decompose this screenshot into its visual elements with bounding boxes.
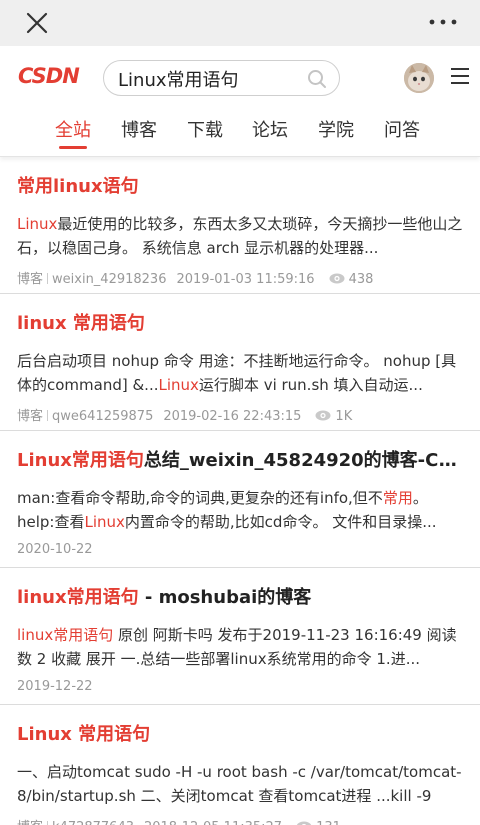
- search-input[interactable]: [118, 67, 298, 91]
- tab-download[interactable]: 下载: [187, 116, 223, 142]
- browser-top-bar: [0, 0, 480, 46]
- result-snippet-text: Linux: [17, 215, 58, 233]
- close-icon[interactable]: [24, 10, 50, 36]
- result-author: weixin_42918236: [52, 272, 167, 287]
- cat-avatar-icon: [404, 63, 434, 93]
- result-snippet-text: man:查看命令帮助,命令的词典,更复杂的还有info,但不: [17, 489, 383, 507]
- csdn-logo[interactable]: CSDN: [18, 65, 90, 87]
- result-meta: 博客 qwe641259875 2019-02-16 22:43:15 1K: [17, 405, 352, 424]
- result-snippet: 后台启动项目 nohup 命令 用途：不挂断地运行命令。 nohup [具体的c…: [17, 349, 464, 397]
- result-title-text: linux 常用语句: [17, 313, 145, 334]
- result-category: 博客: [17, 409, 44, 424]
- result-snippet: linux常用语句 原创 阿斯卡吗 发布于2019-11-23 16:16:49…: [17, 623, 464, 671]
- meta-separator: [47, 273, 49, 284]
- active-tab-indicator: [59, 146, 87, 149]
- search-box[interactable]: [103, 60, 340, 96]
- result-item[interactable]: 常用linux语句 Linux最近使用的比较多，东西太多又太琐碎，今天摘抄一些他山…: [0, 157, 480, 294]
- site-header: CSDN: [0, 46, 480, 110]
- meta-separator: [47, 821, 49, 825]
- result-snippet: Linux最近使用的比较多，东西太多又太琐碎，今天摘抄一些他山之石，以稳固己身。…: [17, 212, 464, 260]
- result-views: 1K: [335, 409, 353, 424]
- result-snippet-text: linux常用语句: [17, 626, 114, 644]
- result-snippet: 一、启动tomcat sudo -H -u root bash -c /var/…: [17, 760, 464, 808]
- result-author: k472877643: [52, 820, 134, 825]
- result-item[interactable]: Linux 常用语句一、启动tomcat sudo -H -u root bas…: [0, 705, 480, 825]
- more-dots-icon[interactable]: [428, 12, 458, 32]
- tab-blog[interactable]: 博客: [121, 116, 157, 142]
- tab-qa[interactable]: 问答: [384, 116, 420, 142]
- result-item[interactable]: linux 常用语句后台启动项目 nohup 命令 用途：不挂断地运行命令。 n…: [0, 294, 480, 431]
- category-tabs: 全站 博客 下载 论坛 学院 问答: [0, 110, 480, 157]
- result-snippet: man:查看命令帮助,命令的词典,更复杂的还有info,但不常用。 help:查…: [17, 486, 464, 534]
- result-date: 2020-10-22: [17, 542, 93, 557]
- result-title[interactable]: Linux 常用语句: [17, 723, 464, 747]
- eye-icon: [296, 821, 312, 825]
- search-icon[interactable]: [307, 69, 327, 89]
- result-date: 2019-01-03 11:59:16: [176, 272, 315, 287]
- result-author: qwe641259875: [52, 409, 154, 424]
- result-title[interactable]: Linux常用语句总结_weixin_45824920的博客-CSDN博客: [17, 449, 464, 473]
- result-title-text: 常用linux语句: [17, 176, 139, 197]
- result-meta: 2020-10-22: [17, 542, 93, 557]
- svg-text:CSDN: CSDN: [18, 65, 80, 87]
- result-meta: 博客 k472877643 2018-12-05 11:35:27 131: [17, 816, 341, 825]
- search-results-list: 常用linux语句 Linux最近使用的比较多，东西太多又太琐碎，今天摘抄一些他山…: [0, 157, 480, 825]
- result-title-text: - moshubai的博客: [138, 587, 312, 608]
- result-snippet-text: 最近使用的比较多，东西太多又太琐碎，今天摘抄一些他山之石，以稳固己身。 系统信息…: [17, 215, 463, 257]
- result-category: 博客: [17, 820, 43, 825]
- result-date: 2019-02-16 22:43:15: [163, 409, 302, 424]
- meta-separator: [47, 410, 49, 421]
- result-views: 131: [316, 820, 341, 825]
- result-snippet-text: Linux: [84, 513, 125, 531]
- result-item[interactable]: linux常用语句 - moshubai的博客 linux常用语句 原创 阿斯卡吗…: [0, 568, 480, 705]
- eye-icon: [315, 410, 331, 421]
- result-date: 2018-12-05 11:35:27: [144, 820, 282, 825]
- tab-all[interactable]: 全站: [55, 116, 91, 142]
- result-title[interactable]: linux 常用语句: [17, 312, 464, 336]
- avatar[interactable]: [404, 63, 434, 93]
- result-item[interactable]: Linux常用语句总结_weixin_45824920的博客-CSDN博客man…: [0, 431, 480, 568]
- result-title-text: linux常用语句: [17, 587, 139, 608]
- tab-forum[interactable]: 论坛: [252, 116, 288, 142]
- result-snippet-text: 一、启动tomcat sudo -H -u root bash -c /var/…: [17, 763, 462, 805]
- result-category: 博客: [17, 272, 44, 287]
- result-title[interactable]: 常用linux语句: [17, 175, 464, 199]
- result-meta: 博客 weixin_42918236 2019-01-03 11:59:16 438: [17, 268, 373, 287]
- result-title[interactable]: linux常用语句 - moshubai的博客: [17, 586, 464, 610]
- result-views: 438: [348, 272, 374, 287]
- tab-academy[interactable]: 学院: [318, 116, 354, 142]
- result-title-text: Linux 常用语句: [17, 724, 151, 745]
- result-meta: 2019-12-22: [17, 679, 93, 694]
- result-snippet-text: Linux: [158, 376, 199, 394]
- hamburger-menu-icon[interactable]: [450, 66, 470, 86]
- result-date: 2019-12-22: [17, 679, 93, 694]
- result-title-text: Linux常用语句: [17, 450, 144, 471]
- result-snippet-text: 内置命令的帮助,比如cd命令。 文件和目录操...: [124, 513, 437, 531]
- result-snippet-text: 运行脚本 vi run.sh 填入自动运...: [198, 376, 423, 394]
- result-snippet-text: 常用: [382, 489, 413, 507]
- result-title-text: 总结_weixin_45824920的博客-CSDN博客: [143, 450, 464, 471]
- eye-icon: [329, 273, 345, 284]
